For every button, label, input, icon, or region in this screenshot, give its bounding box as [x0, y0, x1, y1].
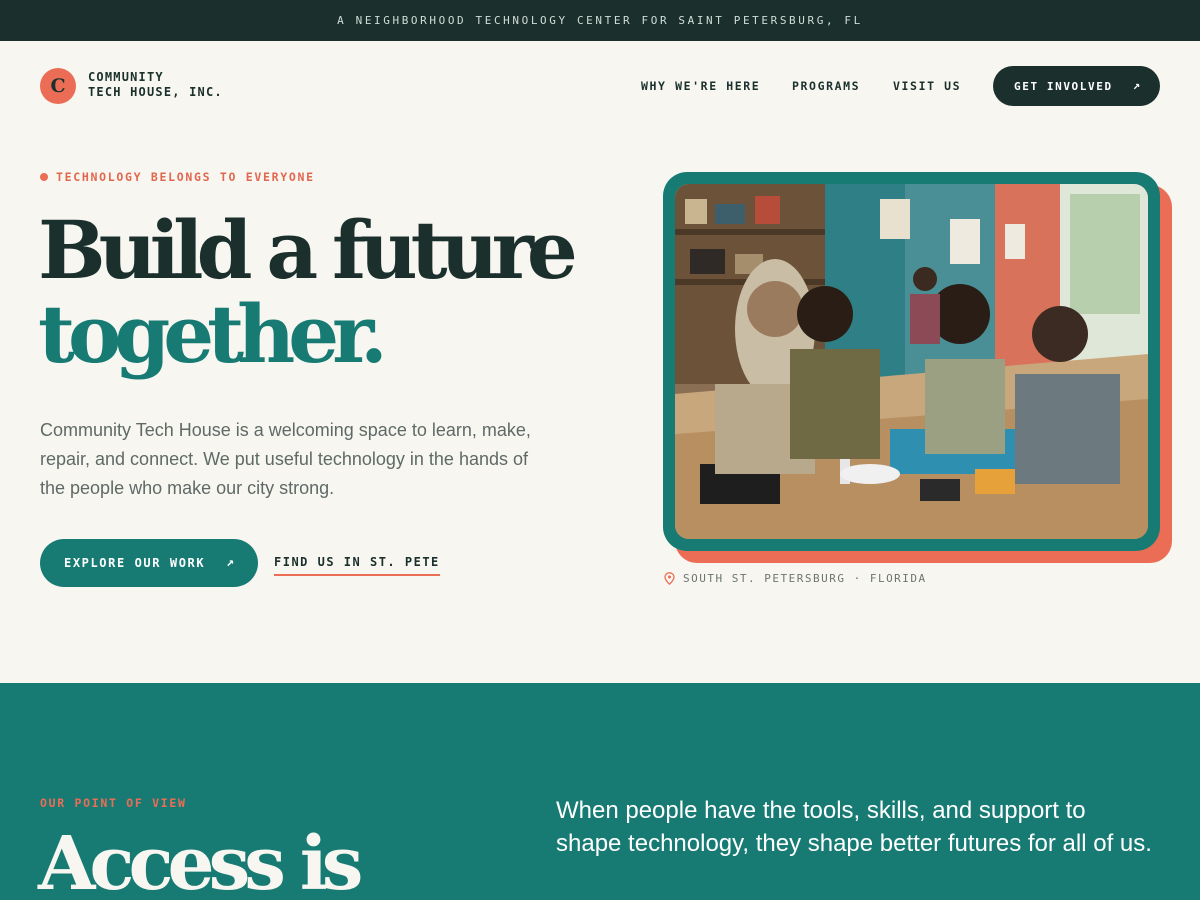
hero-eyebrow: TECHNOLOGY BELONGS TO EVERYONE — [40, 170, 315, 184]
point-of-view-section: OUR POINT OF VIEW Access is When people … — [0, 683, 1200, 900]
nav-why-we-are-here[interactable]: WHY WE'RE HERE — [641, 79, 760, 93]
point-of-view-heading: Access is — [38, 821, 363, 900]
get-involved-label: GET INVOLVED — [1014, 79, 1113, 93]
arrow-up-right-icon: ↗ — [1132, 78, 1140, 92]
announcement-text: A NEIGHBORHOOD TECHNOLOGY CENTER FOR SAI… — [337, 14, 863, 27]
hero-headline-line-1: Build a future — [38, 203, 578, 297]
announcement-bar: A NEIGHBORHOOD TECHNOLOGY CENTER FOR SAI… — [0, 0, 1200, 41]
explore-button-label: EXPLORE OUR WORK — [64, 556, 206, 570]
brand-name[interactable]: COMMUNITY TECH HOUSE, INC. — [88, 70, 223, 100]
photo-caption: SOUTH ST. PETERSBURG · FLORIDA — [664, 572, 927, 585]
hero-headline-line-2: together. — [38, 287, 388, 381]
find-us-link[interactable]: FIND US IN ST. PETE — [274, 555, 440, 576]
logo-mark[interactable]: C — [40, 68, 76, 104]
hero-lede: Community Tech House is a welcoming spac… — [40, 420, 531, 498]
nav-visit-us[interactable]: VISIT US — [893, 79, 961, 93]
nav-programs[interactable]: PROGRAMS — [792, 79, 860, 93]
hero-eyebrow-text: TECHNOLOGY BELONGS TO EVERYONE — [56, 170, 315, 184]
point-of-view-label: OUR POINT OF VIEW — [40, 796, 187, 810]
logo-letter: C — [50, 75, 66, 97]
brand-line-2: TECH HOUSE, INC. — [88, 85, 223, 99]
hero-photo — [675, 184, 1148, 539]
brand-line-1: COMMUNITY — [88, 70, 164, 84]
photo-caption-text: SOUTH ST. PETERSBURG · FLORIDA — [683, 572, 927, 585]
get-involved-button[interactable]: GET INVOLVED ↗ — [993, 66, 1160, 106]
explore-our-work-button[interactable]: EXPLORE OUR WORK ↗ — [40, 539, 258, 587]
arrow-up-right-icon: ↗ — [226, 555, 234, 570]
dot-icon — [40, 173, 48, 181]
workshop-photo-illustration — [675, 184, 1148, 539]
point-of-view-statement: When people have the tools, skills, and … — [556, 797, 1152, 857]
hero-photo-frame — [663, 172, 1160, 551]
map-pin-icon — [664, 572, 675, 585]
